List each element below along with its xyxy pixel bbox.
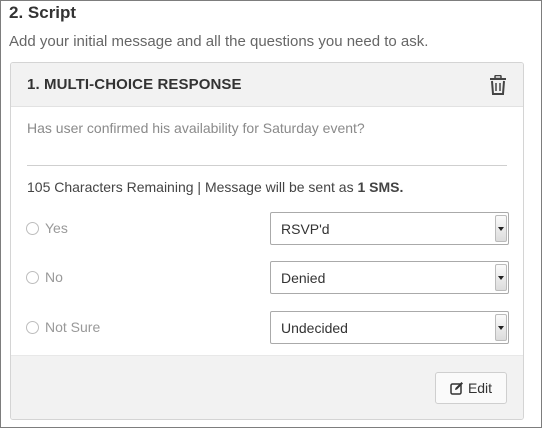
characters-remaining-text: 105 Characters Remaining | Message will … (27, 179, 358, 195)
option-radio[interactable] (26, 222, 39, 235)
response-select-value: Undecided (281, 320, 348, 336)
response-select[interactable]: Denied (270, 261, 509, 294)
response-select-value: RSVP'd (281, 221, 330, 237)
characters-remaining: 105 Characters Remaining | Message will … (27, 179, 403, 195)
response-select[interactable]: Undecided (270, 311, 509, 344)
option-radio[interactable] (26, 271, 39, 284)
chevron-down-icon (495, 215, 507, 242)
card-header: 1. MULTI-CHOICE RESPONSE (11, 63, 523, 107)
option-label: No (45, 269, 63, 285)
option-label: Yes (45, 220, 68, 236)
edit-label: Edit (467, 380, 493, 396)
option-row-not-sure: Not Sure Undecided (11, 311, 523, 345)
divider (27, 165, 507, 166)
question-text[interactable]: Has user confirmed his availability for … (27, 120, 365, 136)
option-radio[interactable] (26, 321, 39, 334)
option-label: Not Sure (45, 319, 101, 335)
card-footer: Edit (11, 355, 523, 419)
chevron-down-icon (495, 314, 507, 341)
response-select-value: Denied (281, 270, 326, 286)
sms-count: 1 SMS. (357, 179, 404, 195)
script-panel: 2. Script Add your initial message and a… (0, 0, 542, 428)
card-title: 1. MULTI-CHOICE RESPONSE (27, 76, 242, 93)
edit-button[interactable]: Edit (435, 372, 507, 404)
response-select[interactable]: RSVP'd (270, 212, 509, 245)
chevron-down-icon (495, 264, 507, 291)
edit-icon (450, 381, 464, 395)
trash-icon[interactable] (489, 74, 507, 95)
section-title: 2. Script (9, 3, 77, 22)
question-card: 1. MULTI-CHOICE RESPONSE Has user confir… (10, 62, 524, 420)
section-description: Add your initial message and all the que… (9, 33, 429, 50)
option-row-no: No Denied (11, 261, 523, 295)
option-row-yes: Yes RSVP'd (11, 212, 523, 246)
